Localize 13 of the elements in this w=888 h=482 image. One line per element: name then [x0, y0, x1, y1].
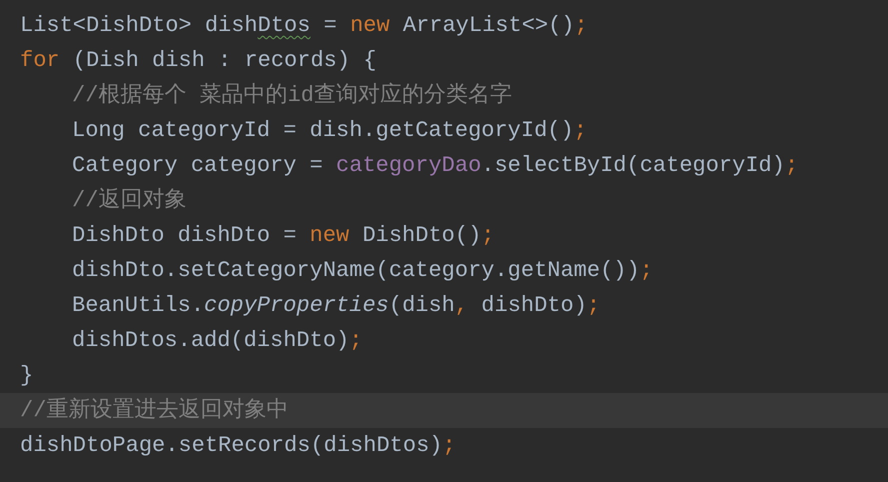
code-line: BeanUtils.copyProperties(dish, dishDto);: [71, 292, 602, 320]
code-line: dishDtoPage.setRecords(dishDtos);: [19, 432, 457, 460]
code-line: DishDto dishDto = new DishDto();: [71, 222, 496, 250]
code-line: List<DishDto> dishDtos = new ArrayList<>();: [19, 12, 589, 40]
code-line: dishDto.setCategoryName(category.getName());: [71, 257, 654, 285]
code-line: for (Dish dish : records) {: [19, 47, 378, 75]
code-line: Category category = categoryDao.selectById(categoryId);: [71, 152, 800, 180]
code-comment: //返回对象: [71, 186, 188, 215]
code-comment: //根据每个 菜品中的id查询对应的分类名字: [71, 81, 514, 110]
code-line: dishDtos.add(dishDto);: [71, 327, 364, 355]
code-line: Long categoryId = dish.getCategoryId();: [71, 117, 588, 145]
code-comment: //重新设置进去返回对象中: [0, 393, 888, 428]
code-line: }: [19, 362, 34, 390]
